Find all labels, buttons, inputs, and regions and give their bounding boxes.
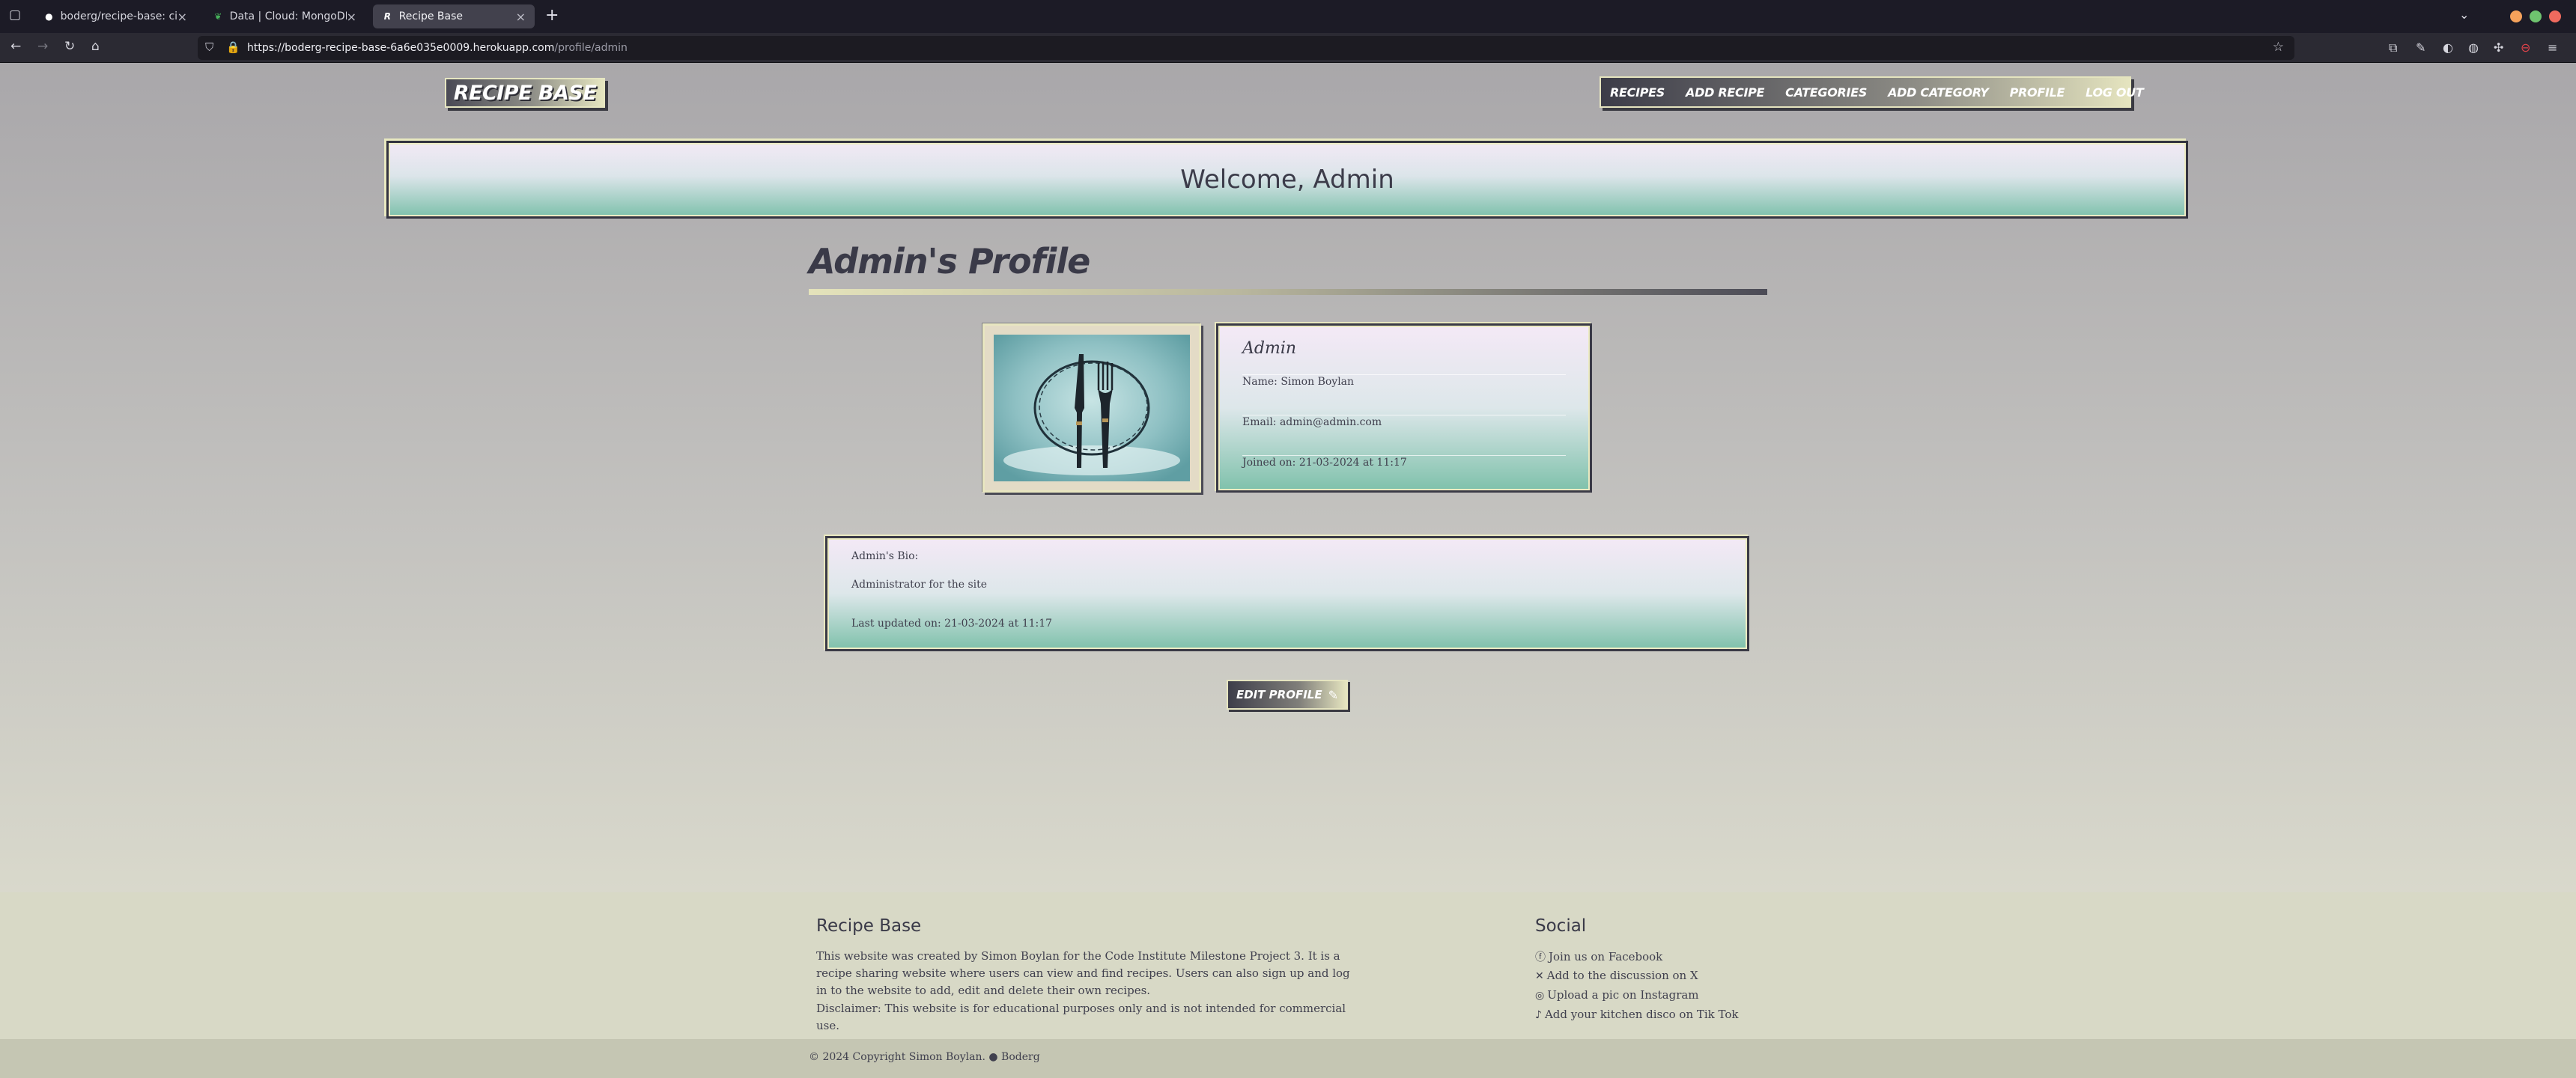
- nav-categories[interactable]: CATEGORIES: [1785, 85, 1867, 100]
- page-title: Admin's Profile: [809, 241, 1090, 281]
- profile-image-card: [982, 323, 1201, 493]
- nav-add-recipe[interactable]: ADD RECIPE: [1686, 85, 1764, 100]
- copyright-text: © 2024 Copyright Simon Boylan. ● Boderg: [809, 1051, 1040, 1063]
- bio-label: Admin's Bio:: [851, 550, 919, 562]
- lock-icon[interactable]: 🔒: [226, 40, 240, 54]
- social-link-label: Upload a pic on Instagram: [1547, 988, 1699, 1002]
- x-icon: ✕: [1535, 970, 1544, 982]
- profile-name: Name: Simon Boylan: [1242, 374, 1566, 415]
- footer-description: This website was created by Simon Boylan…: [816, 949, 1350, 997]
- devtools-wrench-icon[interactable]: ✎: [2416, 40, 2425, 55]
- facebook-icon: ⓕ: [1535, 951, 1546, 963]
- address-bar[interactable]: ⛉ 🔒 https://boderg-recipe-base-6a6e035e0…: [198, 36, 2294, 60]
- x-link[interactable]: ✕ Add to the discussion on X: [1535, 969, 1698, 982]
- extension-icon[interactable]: ⊖: [2521, 40, 2530, 55]
- close-tab-icon[interactable]: ×: [347, 10, 356, 24]
- main-navigation: RECIPES ADD RECIPE CATEGORIES ADD CATEGO…: [1600, 76, 2144, 108]
- menu-hamburger-icon[interactable]: ≡: [2548, 40, 2557, 55]
- tab-mongodb[interactable]: ❦ Data | Cloud: MongoDB Clo ×: [204, 4, 365, 28]
- profile-joined-date: Joined on: 21-03-2024 at 11:17: [1242, 455, 1566, 496]
- page-viewport: RECIPE BASE RECIPES ADD RECIPE CATEGORIE…: [0, 63, 2576, 1078]
- home-icon[interactable]: ⌂: [91, 39, 100, 54]
- tab-recipe-base[interactable]: R Recipe Base ×: [373, 4, 535, 28]
- instagram-link[interactable]: ◎ Upload a pic on Instagram: [1535, 988, 1699, 1002]
- mongodb-leaf-icon: ❦: [214, 11, 222, 22]
- instagram-icon: ◎: [1535, 990, 1545, 1002]
- reload-icon[interactable]: ↻: [64, 39, 75, 54]
- list-all-tabs-icon[interactable]: ⌄: [2459, 7, 2469, 22]
- github-icon: ●: [988, 1051, 998, 1063]
- close-window-button[interactable]: [2549, 10, 2561, 22]
- extensions-puzzle-icon[interactable]: ✣: [2494, 40, 2503, 55]
- heading-divider: [809, 289, 1767, 295]
- copyright-bar: © 2024 Copyright Simon Boylan. ● Boderg: [0, 1039, 2576, 1078]
- edit-pencil-icon: ✎: [1328, 687, 1339, 702]
- github-label: Boderg: [1001, 1051, 1040, 1063]
- knife-and-fork-image: [994, 335, 1190, 481]
- profile-username: Admin: [1242, 339, 1297, 358]
- new-tab-button[interactable]: +: [545, 6, 559, 25]
- forward-icon[interactable]: →: [37, 39, 48, 54]
- bio-card: Admin's Bio: Administrator for the site …: [825, 536, 1749, 651]
- tab-github[interactable]: ● boderg/recipe-base: ci mile ×: [34, 4, 196, 28]
- nav-add-category[interactable]: ADD CATEGORY: [1888, 85, 1989, 100]
- footer-disclaimer: Disclaimer: This website is for educatio…: [816, 1002, 1346, 1032]
- profile-info-card: Admin Name: Simon Boylan Email: admin@ad…: [1216, 323, 1592, 493]
- profile-email: Email: admin@admin.com: [1242, 415, 1566, 455]
- url-path: /profile/admin: [554, 42, 628, 54]
- social-link-label: Join us on Facebook: [1549, 950, 1663, 963]
- url-text[interactable]: https://boderg-recipe-base-6a6e035e0009.…: [247, 42, 628, 54]
- tab-overview-icon[interactable]: ▢: [9, 7, 21, 22]
- tiktok-link[interactable]: ♪ Add your kitchen disco on Tik Tok: [1535, 1008, 1739, 1021]
- back-icon[interactable]: ←: [10, 39, 21, 54]
- close-tab-icon[interactable]: ×: [516, 10, 526, 24]
- tab-title: boderg/recipe-base: ci mile: [60, 10, 177, 22]
- tab-title: Data | Cloud: MongoDB Clo: [229, 10, 347, 22]
- copyright-label: © 2024 Copyright Simon Boylan.: [809, 1051, 985, 1063]
- social-link-label: Add your kitchen disco on Tik Tok: [1544, 1008, 1739, 1021]
- facebook-link[interactable]: ⓕ Join us on Facebook: [1535, 949, 1662, 964]
- nav-recipes[interactable]: RECIPES: [1610, 85, 1665, 100]
- knife-and-fork-illustration: [994, 335, 1190, 481]
- minimize-window-button[interactable]: [2510, 10, 2522, 22]
- nav-log-out[interactable]: LOG OUT: [2086, 85, 2144, 100]
- url-host: https://boderg-recipe-base-6a6e035e0009.…: [247, 42, 555, 54]
- shield-icon[interactable]: ⛉: [205, 40, 213, 54]
- social-title: Social: [1535, 916, 1587, 936]
- recipe-base-r-icon: R: [383, 11, 391, 22]
- github-icon: ●: [45, 11, 53, 22]
- edit-profile-label: EDIT PROFILE: [1236, 688, 1322, 701]
- footer-title: Recipe Base: [816, 916, 922, 936]
- close-tab-icon[interactable]: ×: [177, 10, 187, 24]
- browser-nav-bar: ← → ↻ ⌂ ⛉ 🔒 https://boderg-recipe-base-6…: [0, 33, 2576, 63]
- site-logo[interactable]: RECIPE BASE: [445, 78, 605, 108]
- bio-updated-date: Last updated on: 21-03-2024 at 11:17: [851, 618, 1053, 630]
- nav-profile[interactable]: PROFILE: [2010, 85, 2065, 100]
- github-link[interactable]: ● Boderg: [988, 1051, 1039, 1063]
- tiktok-icon: ♪: [1535, 1009, 1542, 1021]
- tab-title: Recipe Base: [398, 10, 464, 22]
- bio-text: Administrator for the site: [851, 579, 988, 591]
- welcome-banner: Welcome, Admin: [386, 141, 2188, 219]
- extension-icon[interactable]: ◐: [2443, 40, 2453, 55]
- browser-tab-bar: ▢ ● boderg/recipe-base: ci mile × ❦ Data…: [0, 0, 2576, 33]
- social-link-label: Add to the discussion on X: [1546, 969, 1698, 982]
- maximize-window-button[interactable]: [2530, 10, 2542, 22]
- bookmark-star-icon[interactable]: ☆: [2273, 40, 2284, 55]
- edit-profile-button[interactable]: EDIT PROFILE ✎: [1227, 680, 1348, 710]
- extension-icon[interactable]: ◍: [2468, 40, 2479, 55]
- extension-icon[interactable]: ⧉: [2389, 40, 2397, 55]
